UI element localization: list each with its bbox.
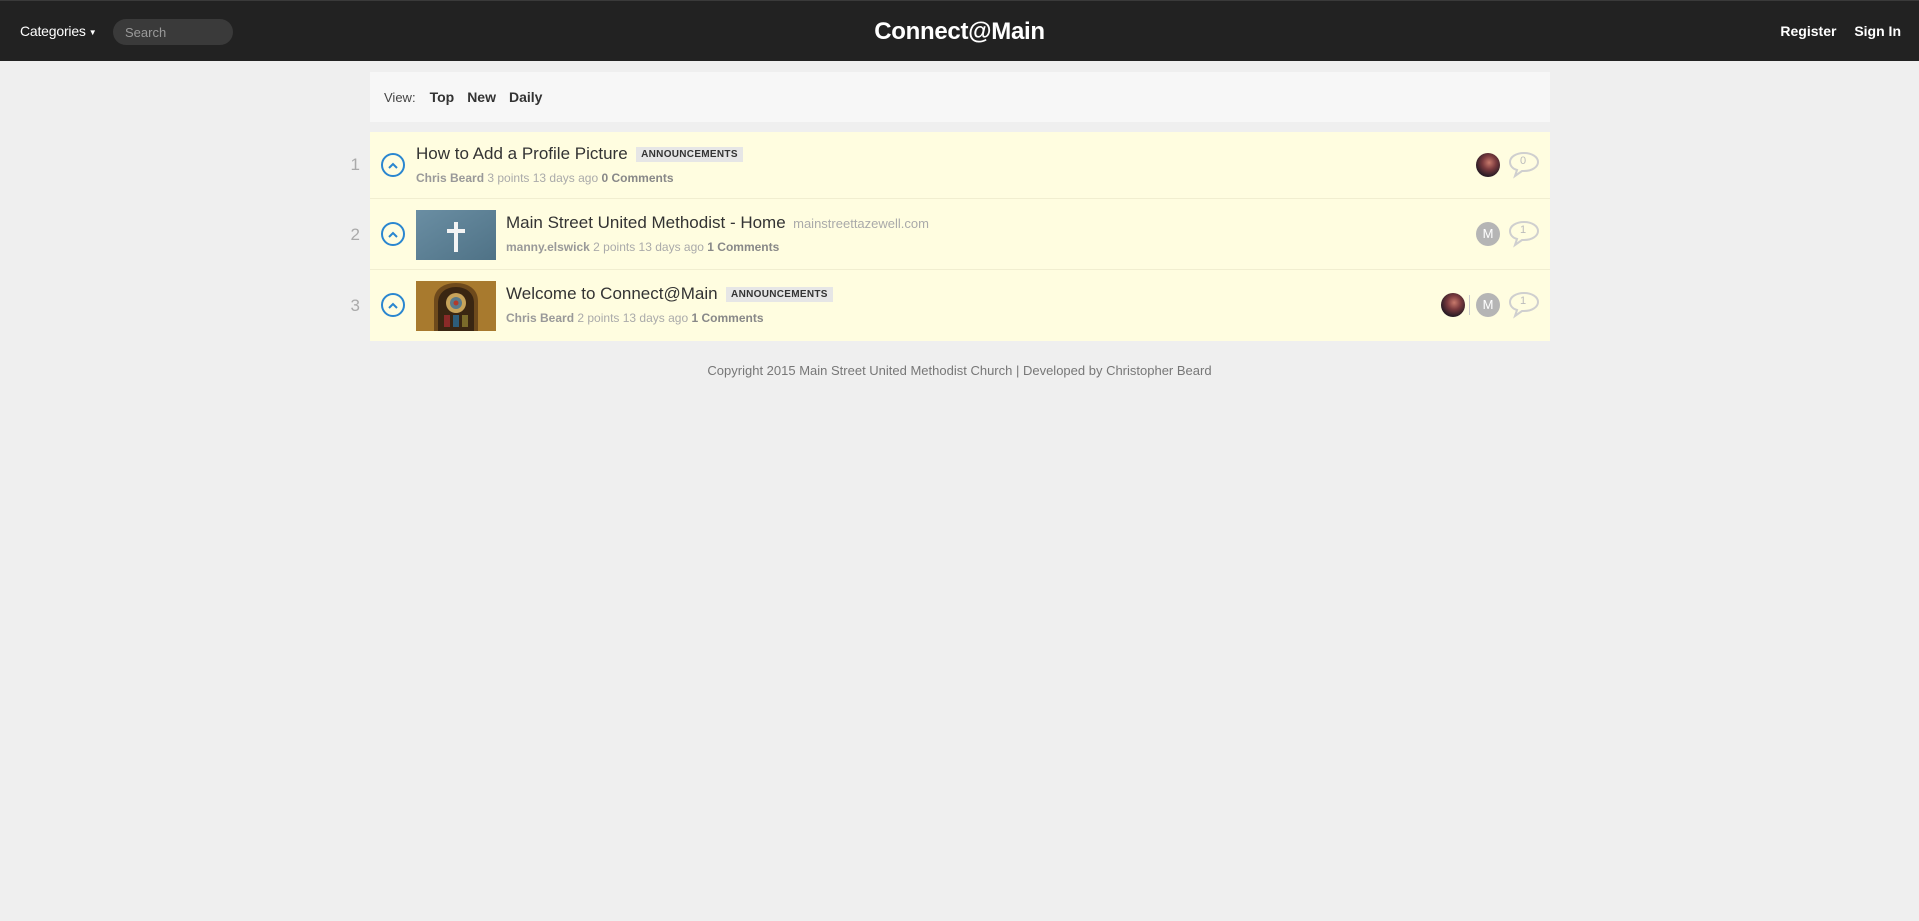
post-title-link[interactable]: Welcome to Connect@Main	[506, 284, 718, 303]
view-filter-bar: View: Top New Daily	[370, 72, 1550, 122]
comment-count: 1	[1519, 224, 1527, 236]
chevron-up-icon	[388, 162, 398, 169]
view-new-link[interactable]: New	[467, 89, 496, 105]
post-domain[interactable]: mainstreettazewell.com	[793, 216, 929, 231]
category-tag[interactable]: ANNOUNCEMENTS	[636, 147, 743, 162]
post-item: Main Street United Methodist - Home main…	[370, 199, 1550, 270]
comment-count-bubble[interactable]: 1	[1508, 220, 1540, 248]
post-rank: 2	[350, 225, 360, 244]
post-thumbnail[interactable]	[416, 281, 496, 331]
category-tag[interactable]: ANNOUNCEMENTS	[726, 287, 833, 302]
comment-count-bubble[interactable]: 1	[1508, 291, 1540, 319]
post-title-line: Main Street United Methodist - Home main…	[506, 213, 929, 233]
commenter-avatar[interactable]	[1476, 153, 1500, 177]
site-brand[interactable]: Connect@Main	[874, 18, 1045, 45]
post-age: 13 days ago	[622, 311, 689, 325]
search-input[interactable]	[113, 19, 233, 45]
avatar-divider	[1469, 295, 1470, 315]
upvote-button[interactable]	[381, 153, 405, 177]
sign-in-link[interactable]: Sign In	[1854, 23, 1901, 39]
footer-copyright: Copyright 2015 Main Street United Method…	[707, 363, 1212, 378]
post-author[interactable]: Chris Beard	[506, 311, 574, 325]
categories-label: Categories	[20, 23, 86, 39]
post-author[interactable]: manny.elswick	[506, 240, 590, 254]
post-title-link[interactable]: How to Add a Profile Picture	[416, 144, 628, 163]
post-meta: manny.elswick 2 points 13 days ago 1 Com…	[506, 240, 779, 254]
post-points: 2 points	[577, 311, 620, 325]
comment-count: 1	[1519, 295, 1527, 307]
commenter-avatar[interactable]: M	[1476, 293, 1500, 317]
view-daily-link[interactable]: Daily	[509, 89, 542, 105]
post-meta: Chris Beard 3 points 13 days ago 0 Comme…	[416, 171, 674, 185]
chevron-up-icon	[388, 302, 398, 309]
site-brand-container: Connect@Main	[0, 18, 1919, 46]
comment-count: 0	[1519, 155, 1527, 167]
post-item: How to Add a Profile Picture ANNOUNCEMEN…	[370, 132, 1550, 199]
register-link[interactable]: Register	[1780, 23, 1836, 39]
post-points: 3 points	[487, 171, 530, 185]
post-item: Welcome to Connect@Main ANNOUNCEMENTS Ch…	[370, 270, 1550, 341]
commenter-avatar[interactable]	[1441, 293, 1465, 317]
commenter-avatar[interactable]: M	[1476, 222, 1500, 246]
post-comments-link[interactable]: 0 Comments	[601, 171, 673, 185]
post-points: 2 points	[593, 240, 636, 254]
post-author[interactable]: Chris Beard	[416, 171, 484, 185]
upvote-button[interactable]	[381, 293, 405, 317]
post-title-line: Welcome to Connect@Main ANNOUNCEMENTS	[506, 284, 833, 304]
post-meta: Chris Beard 2 points 13 days ago 1 Comme…	[506, 311, 764, 325]
post-title-link[interactable]: Main Street United Methodist - Home	[506, 213, 786, 232]
comment-count-bubble[interactable]: 0	[1508, 151, 1540, 179]
view-top-link[interactable]: Top	[430, 89, 455, 105]
stained-glass-image	[416, 281, 496, 331]
view-label: View:	[384, 89, 416, 105]
post-comments-link[interactable]: 1 Comments	[707, 240, 779, 254]
post-age: 13 days ago	[532, 171, 599, 185]
cross-image	[416, 210, 496, 260]
top-navbar: Categories▼ Connect@Main Register Sign I…	[0, 0, 1919, 61]
post-title-line: How to Add a Profile Picture ANNOUNCEMEN…	[416, 144, 743, 164]
caret-down-icon: ▼	[88, 28, 97, 37]
post-thumbnail[interactable]	[416, 210, 496, 260]
categories-dropdown[interactable]: Categories ▼	[20, 23, 97, 39]
post-age: 13 days ago	[638, 240, 704, 254]
post-comments-link[interactable]: 1 Comments	[691, 311, 763, 325]
post-rank: 1	[350, 155, 360, 174]
chevron-up-icon	[388, 231, 398, 238]
auth-links: Register Sign In	[1766, 23, 1901, 39]
upvote-button[interactable]	[381, 222, 405, 246]
post-rank: 3	[350, 296, 360, 315]
